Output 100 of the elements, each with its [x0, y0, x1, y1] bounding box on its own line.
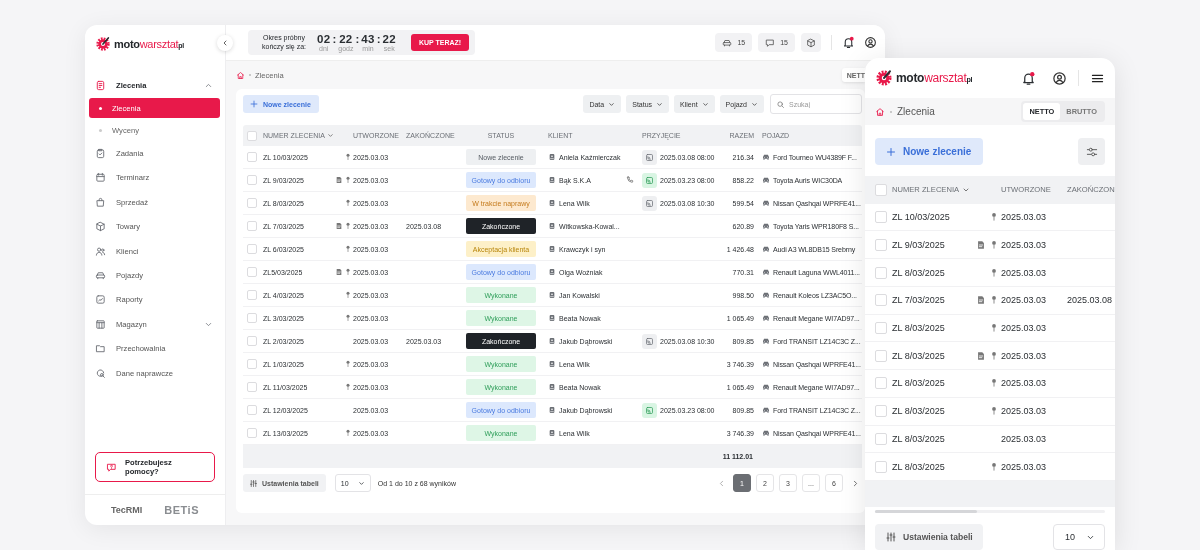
- id-badge-icon: [548, 245, 556, 253]
- chevron-down-icon: [608, 100, 616, 108]
- checkbox[interactable]: [247, 175, 257, 185]
- car-icon: [762, 360, 770, 368]
- bell-icon[interactable]: [842, 36, 855, 49]
- order-number[interactable]: ZL 8/03/2025: [892, 433, 945, 444]
- car-icon: [95, 270, 106, 282]
- chevron-down-icon: [751, 100, 758, 108]
- id-badge-icon: [548, 429, 556, 437]
- table-cell: 2025.03.03: [1001, 295, 1047, 306]
- checkbox[interactable]: [247, 336, 257, 346]
- arrival-button[interactable]: [642, 333, 657, 349]
- checkbox[interactable]: [875, 211, 887, 224]
- checkbox[interactable]: [875, 405, 887, 418]
- package-button[interactable]: [801, 33, 821, 52]
- phone-icon[interactable]: [626, 176, 634, 184]
- checkbox[interactable]: [875, 349, 887, 362]
- scrollbar[interactable]: [875, 510, 1105, 514]
- order-number[interactable]: ZL 8/03/2025: [892, 323, 945, 333]
- table-settings-button[interactable]: Ustawienia tabeli: [875, 524, 983, 550]
- car-icon: [762, 199, 770, 207]
- car-icon: [762, 383, 770, 391]
- avatar-icon[interactable]: [1052, 70, 1067, 86]
- checkbox[interactable]: [247, 198, 257, 208]
- checkbox[interactable]: [247, 130, 257, 141]
- checkbox[interactable]: [247, 428, 257, 438]
- checkbox[interactable]: [875, 432, 887, 445]
- folder-icon: [95, 343, 106, 355]
- checkbox[interactable]: [247, 290, 257, 300]
- car-icon: [762, 314, 770, 322]
- checkbox[interactable]: [247, 382, 257, 392]
- countdown-separator: :: [355, 32, 360, 45]
- new-order-button[interactable]: Nowe zlecenie: [875, 138, 984, 165]
- shelves-icon: [95, 318, 106, 330]
- countdown-separator: :: [376, 32, 381, 45]
- chevron-down-icon: [701, 100, 709, 108]
- partner-logo: BETiS: [164, 504, 199, 516]
- bag-icon: [95, 196, 106, 208]
- checkbox[interactable]: [875, 322, 887, 334]
- car-icon: [762, 153, 770, 161]
- order-number[interactable]: ZL 8/03/2025: [892, 406, 945, 417]
- chart-icon: [95, 294, 106, 306]
- order-number[interactable]: ZL 8/03/2025: [892, 267, 945, 278]
- checkbox[interactable]: [247, 313, 257, 323]
- checkbox[interactable]: [875, 238, 887, 251]
- checkbox[interactable]: [875, 377, 887, 390]
- car-icon: [762, 268, 770, 276]
- id-badge-icon: [548, 176, 556, 184]
- table-cell: 2025.03.03: [1001, 350, 1047, 361]
- checkbox[interactable]: [247, 405, 257, 415]
- cast-icon: [645, 405, 654, 415]
- arrival-button[interactable]: [642, 402, 657, 418]
- help-bubble-icon: [106, 461, 117, 473]
- countdown-value: 22: [382, 32, 396, 46]
- checkbox[interactable]: [247, 267, 257, 277]
- car-icon: [762, 176, 770, 184]
- checkbox[interactable]: [247, 152, 257, 162]
- page-size-select[interactable]: 10: [1053, 524, 1105, 550]
- id-badge-icon: [548, 383, 556, 391]
- home-icon[interactable]: [236, 70, 245, 80]
- checkbox[interactable]: [247, 221, 257, 231]
- id-badge-icon: [548, 291, 556, 299]
- arrival-button[interactable]: [642, 172, 657, 188]
- car-icon: [762, 429, 770, 437]
- table-cell: 2025.03.03: [1001, 323, 1047, 333]
- table-cell: 2025.03.03: [1001, 406, 1047, 417]
- checkbox[interactable]: [875, 183, 887, 196]
- arrival-button[interactable]: [642, 195, 657, 211]
- id-badge-icon: [548, 337, 556, 345]
- collapse-button[interactable]: [217, 35, 233, 51]
- order-number[interactable]: ZL 7/03/2025: [892, 295, 945, 306]
- refresh-search-icon: [95, 367, 106, 379]
- filter-button[interactable]: [1078, 138, 1105, 165]
- gear-wrench-icon: [875, 69, 893, 87]
- avatar-icon[interactable]: [864, 36, 877, 49]
- clipboard-check-icon: [95, 148, 106, 160]
- checkbox[interactable]: [875, 266, 887, 279]
- id-badge-icon: [548, 314, 556, 322]
- arrival-button[interactable]: [642, 149, 657, 165]
- order-number[interactable]: ZL 8/03/2025: [892, 350, 945, 361]
- cast-icon: [645, 175, 654, 185]
- chat-icon: [765, 37, 776, 48]
- order-number[interactable]: ZL 8/03/2025: [892, 461, 945, 472]
- checkbox[interactable]: [247, 359, 257, 369]
- table-cell: 2025.03.03: [1001, 378, 1047, 389]
- order-number[interactable]: ZL 10/03/2025: [892, 212, 950, 223]
- checkbox[interactable]: [875, 460, 887, 473]
- order-number[interactable]: ZL 8/03/2025: [892, 378, 945, 389]
- checkbox[interactable]: [247, 244, 257, 254]
- order-number[interactable]: ZL 9/03/2025: [892, 239, 945, 250]
- table-cell: 2025.03.08: [1067, 295, 1113, 306]
- checkbox[interactable]: [875, 294, 887, 307]
- plus-icon: [885, 145, 897, 158]
- id-badge-icon: [548, 360, 556, 368]
- bell-icon[interactable]: [1021, 70, 1036, 86]
- cast-icon: [645, 152, 654, 162]
- home-icon[interactable]: [875, 106, 885, 117]
- car-icon: [762, 406, 770, 414]
- id-badge-icon: [548, 268, 556, 276]
- car-icon: [762, 245, 770, 253]
